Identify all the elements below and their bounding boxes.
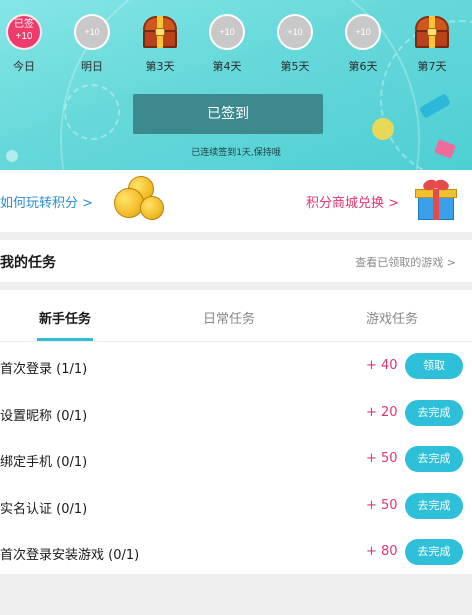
day-label: 明日 [81,60,103,73]
checkin-day-5: +10 第5天 [265,14,325,74]
points-badge: +10 [209,14,245,50]
checkin-day-2: +10 明日 [62,14,122,74]
my-tasks-header: 我的任务 查看已领取的游戏 > [0,240,472,282]
task-name: 首次登录安装游戏 (0/1) [0,548,140,563]
treasure-chest-icon [412,14,452,50]
how-to-earn-points-link[interactable]: 如何玩转积分 > [0,192,93,211]
my-tasks-title: 我的任务 [0,255,56,271]
day-label: 今日 [13,60,35,73]
treasure-chest-icon [140,14,180,50]
signed-in-button[interactable]: 已签到 [133,94,323,134]
go-complete-button[interactable]: 去完成 [405,539,463,565]
task-points: + 50 [366,451,398,466]
checkin-day-4: +10 第4天 [197,14,257,74]
claim-button[interactable]: 领取 [405,353,463,379]
task-name: 绑定手机 (0/1) [0,455,88,470]
task-row: 首次登录安装游戏 (0/1) + 80 去完成 [0,528,472,574]
tab-newbie-tasks[interactable]: 新手任务 [15,308,115,327]
task-row: 绑定手机 (0/1) + 50 去完成 [0,435,472,481]
task-points: + 50 [366,498,398,513]
task-tabs: 新手任务 日常任务 游戏任务 [0,290,472,342]
tab-game-tasks[interactable]: 游戏任务 [342,308,442,327]
day-label: 第4天 [212,60,242,73]
signed-badge: 已签 +10 [6,14,42,50]
checkin-day-1: 已签 +10 今日 [0,14,54,74]
day-label: 第7天 [417,60,447,73]
checkin-day-3: 第3天 [130,14,190,74]
decor-circle [64,84,120,140]
view-claimed-games-link[interactable]: 查看已领取的游戏 > [355,254,456,270]
day-label: 第6天 [348,60,378,73]
points-badge: +10 [345,14,381,50]
checkin-panel: 已签 +10 今日 +10 明日 第3天 +10 第4天 +10 第5天 +10… [0,0,472,170]
task-name: 首次登录 (1/1) [0,362,88,377]
signed-badge-top: 已签 [14,19,34,30]
task-row: 首次登录 (1/1) + 40 领取 [0,342,472,388]
points-badge: +10 [74,14,110,50]
checkin-day-7: 第7天 [402,14,462,74]
task-points: + 40 [366,358,398,373]
task-row: 实名认证 (0/1) + 50 去完成 [0,482,472,528]
points-mall-link[interactable]: 积分商城兑换 > [306,192,399,211]
signed-badge-points: +10 [15,31,33,42]
checkin-day-6: +10 第6天 [333,14,393,74]
tab-daily-tasks[interactable]: 日常任务 [179,308,279,327]
task-name: 设置昵称 (0/1) [0,409,88,424]
day-label: 第5天 [280,60,310,73]
active-tab-indicator [37,338,93,341]
points-links-row: 如何玩转积分 > 积分商城兑换 > [0,170,472,232]
task-points: + 80 [366,544,398,559]
task-row: 设置昵称 (0/1) + 20 去完成 [0,389,472,435]
task-list: 首次登录 (1/1) + 40 领取 设置昵称 (0/1) + 20 去完成 绑… [0,342,472,574]
gold-coins-icon [110,176,166,222]
points-badge: +10 [277,14,313,50]
go-complete-button[interactable]: 去完成 [405,400,463,426]
day-label: 第3天 [145,60,175,73]
task-points: + 20 [366,405,398,420]
task-name: 实名认证 (0/1) [0,502,88,517]
streak-text: 已连续签到1天,保持哦 [191,148,281,158]
decor-shape [372,118,394,140]
go-complete-button[interactable]: 去完成 [405,493,463,519]
gift-box-icon [414,177,458,222]
go-complete-button[interactable]: 去完成 [405,446,463,472]
